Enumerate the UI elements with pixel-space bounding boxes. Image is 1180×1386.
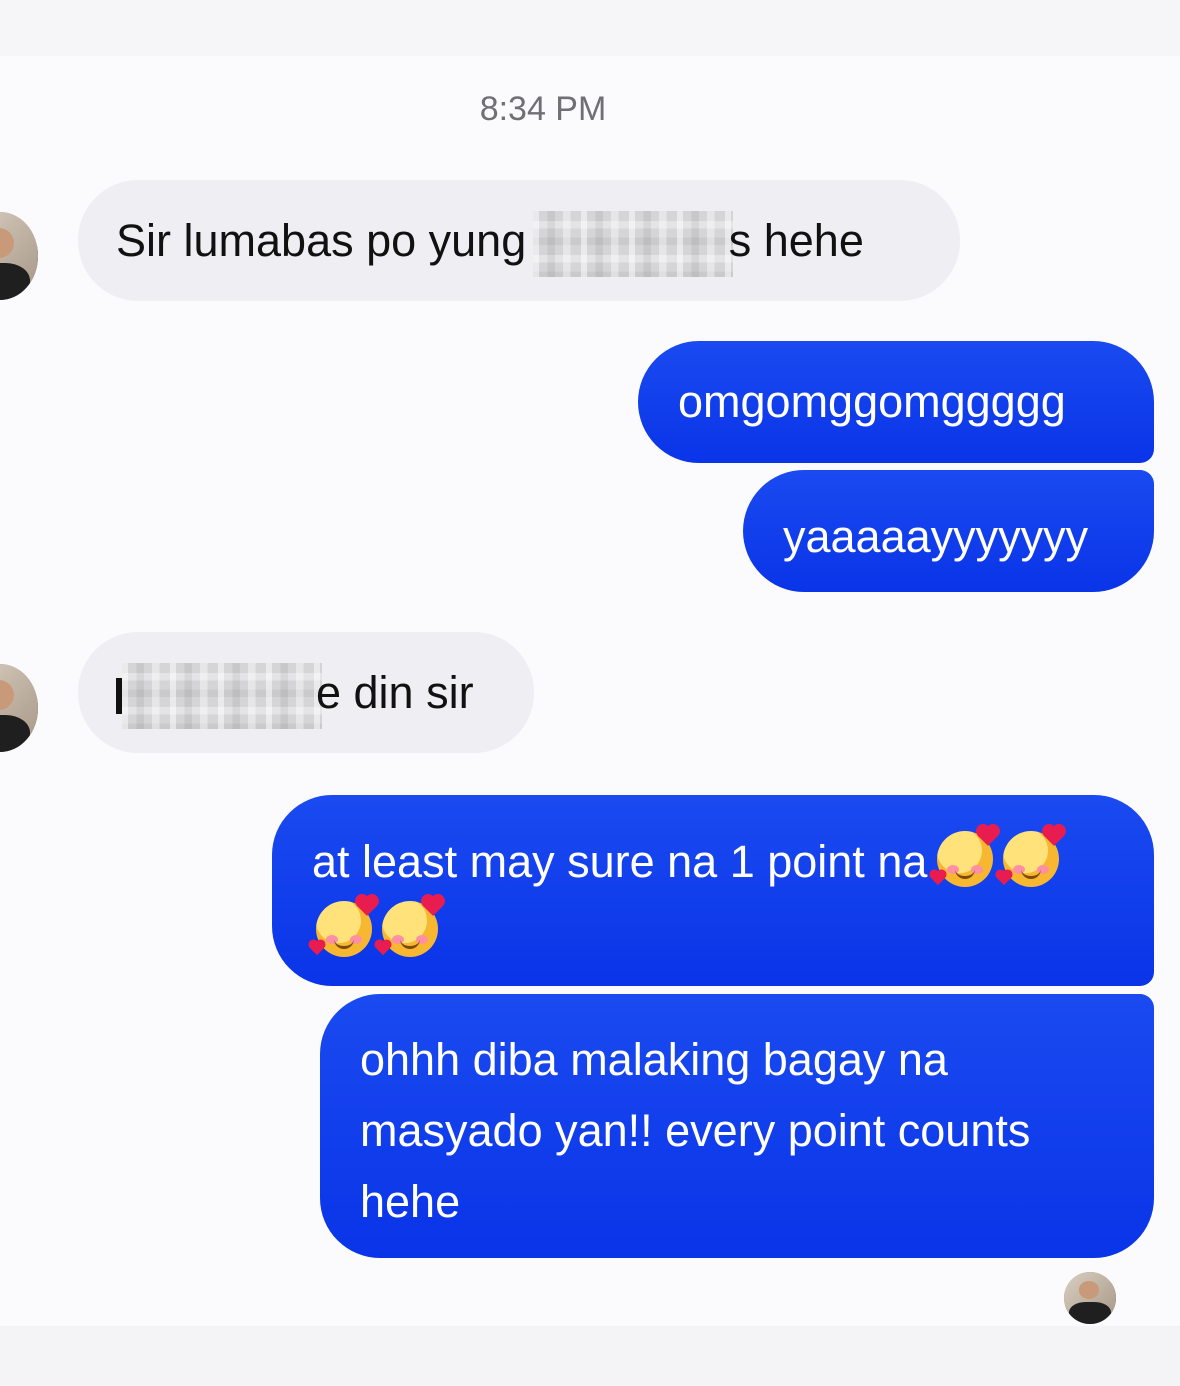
smiling-face-with-hearts-icon xyxy=(375,896,443,957)
emoji-line xyxy=(309,896,1154,967)
read-receipt-avatar xyxy=(1064,1272,1116,1324)
redacted-content xyxy=(122,663,322,730)
contact-avatar[interactable] xyxy=(0,212,38,300)
message-text: at least may sure na 1 point na xyxy=(312,836,928,887)
outgoing-message-bubble[interactable]: at least may sure na 1 point na xyxy=(272,795,1154,986)
avatar-shirt xyxy=(1069,1302,1111,1324)
message-text: Sir lumabas po yung xyxy=(116,215,539,266)
message-text: yaaaaayyyyyyy xyxy=(783,511,1089,562)
bottom-bar xyxy=(0,1326,1180,1386)
smiling-face-with-hearts-icon xyxy=(931,826,999,887)
message-text: hehe xyxy=(360,1176,461,1227)
message-timestamp: 8:34 PM xyxy=(479,90,607,128)
incoming-message-bubble[interactable]: e din sir xyxy=(78,632,534,753)
message-text: e din sir xyxy=(316,667,474,718)
message-text: ohhh diba malaking bagay na xyxy=(360,1034,948,1085)
outgoing-message-bubble[interactable]: omgomggomggggg xyxy=(638,341,1154,463)
incoming-message-bubble[interactable]: Sir lumabas po yung s hehe xyxy=(78,180,960,301)
message-text: masyado yan!! every point counts xyxy=(360,1105,1031,1156)
message-text: s hehe xyxy=(728,215,864,266)
message-line: at least may sure na 1 point na xyxy=(312,826,1154,897)
message-text: omgomggomggggg xyxy=(678,376,1066,427)
smiling-face-with-hearts-icon xyxy=(997,826,1065,887)
avatar-face xyxy=(1078,1281,1100,1300)
smiling-face-with-hearts-icon xyxy=(309,896,377,957)
outgoing-message-bubble[interactable]: ohhh diba malaking bagay na masyado yan!… xyxy=(320,994,1154,1258)
outgoing-message-bubble[interactable]: yaaaaayyyyyyy xyxy=(743,470,1154,592)
top-bar xyxy=(0,0,1180,56)
contact-avatar[interactable] xyxy=(0,664,38,752)
redacted-content xyxy=(532,211,733,278)
